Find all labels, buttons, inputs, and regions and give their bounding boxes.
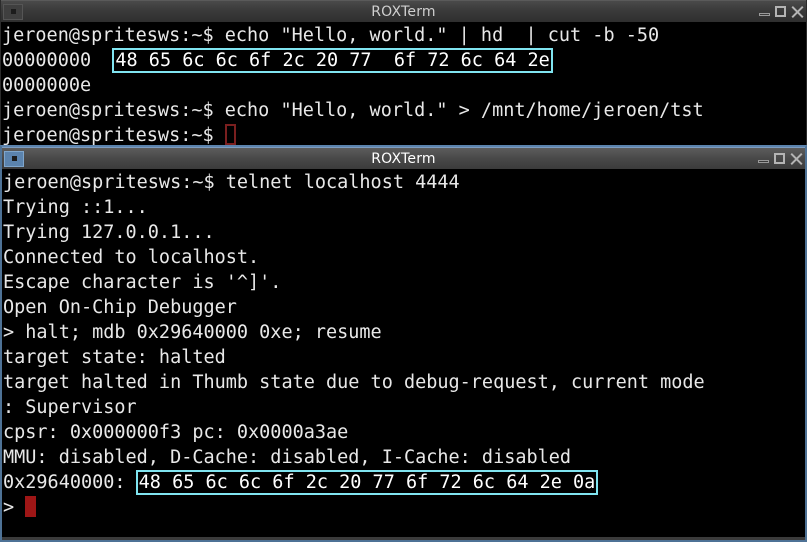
titlebar-bottom[interactable]: ROXTerm <box>2 147 805 169</box>
window-menu-icon[interactable] <box>4 150 24 167</box>
window-controls-top <box>758 5 803 18</box>
desktop: ROXTerm jeroen@spritesws:~$ echo "Hello,… <box>0 0 807 542</box>
window-title-bottom: ROXTerm <box>371 150 436 167</box>
terminal-line: Connected to localhost. <box>3 247 260 268</box>
terminal-line: : Supervisor <box>3 397 137 418</box>
terminal-line: target state: halted <box>3 347 226 368</box>
close-icon[interactable] <box>790 5 803 18</box>
terminal-cursor-unfocused <box>224 124 236 145</box>
titlebar-top[interactable]: ROXTerm <box>1 0 806 22</box>
close-icon[interactable] <box>789 152 802 165</box>
terminal-line: Trying 127.0.0.1... <box>3 222 215 243</box>
terminal-line: 0000000e <box>2 75 92 96</box>
terminal-cursor-focused <box>25 496 37 517</box>
window-menu-icon[interactable] <box>3 3 23 20</box>
terminal-line: cpsr: 0x000000f3 pc: 0x0000a3ae <box>3 422 349 443</box>
terminal-line: Trying ::1... <box>3 197 148 218</box>
terminal-line: MMU: disabled, D-Cache: disabled, I-Cach… <box>3 447 572 468</box>
window-controls-bottom <box>757 152 802 165</box>
terminal-line: jeroen@spritesws:~$ <box>2 123 806 145</box>
terminal-window-bottom[interactable]: ROXTerm jeroen@spritesws:~$ telnet local… <box>0 145 807 542</box>
terminal-line: jeroen@spritesws:~$ echo "Hello, world."… <box>2 100 704 121</box>
minimize-icon[interactable] <box>757 152 770 165</box>
terminal-line: 00000000 48 65 6c 6c 6f 2c 20 77 6f 72 6… <box>2 48 806 73</box>
terminal-output-bottom[interactable]: jeroen@spritesws:~$ telnet localhost 444… <box>2 169 805 537</box>
terminal-line: jeroen@spritesws:~$ telnet localhost 444… <box>3 172 460 193</box>
terminal-line: target halted in Thumb state due to debu… <box>3 372 705 393</box>
terminal-line: > <box>3 495 805 520</box>
maximize-icon[interactable] <box>774 5 787 18</box>
terminal-line: > halt; mdb 0x29640000 0xe; resume <box>3 322 382 343</box>
terminal-output-top[interactable]: jeroen@spritesws:~$ echo "Hello, world."… <box>1 22 806 145</box>
terminal-line: Escape character is '^]'. <box>3 272 282 293</box>
hex-selection-highlight: 48 65 6c 6c 6f 2c 20 77 6f 72 6c 64 2e 0… <box>135 470 599 495</box>
minimize-icon[interactable] <box>758 5 771 18</box>
terminal-window-top[interactable]: ROXTerm jeroen@spritesws:~$ echo "Hello,… <box>0 0 807 146</box>
hex-selection-highlight: 48 65 6c 6c 6f 2c 20 77 6f 72 6c 64 2e <box>112 48 553 73</box>
window-title-top: ROXTerm <box>371 3 436 20</box>
maximize-icon[interactable] <box>773 152 786 165</box>
terminal-line: Open On-Chip Debugger <box>3 297 237 318</box>
terminal-line: 0x29640000: 48 65 6c 6c 6f 2c 20 77 6f 7… <box>3 470 805 495</box>
terminal-line: jeroen@spritesws:~$ echo "Hello, world."… <box>2 25 660 46</box>
